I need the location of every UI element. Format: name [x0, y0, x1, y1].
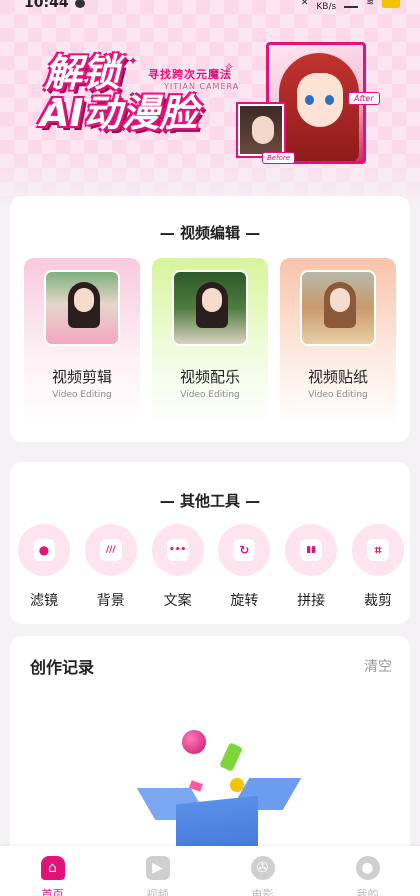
section-title: — 其他工具 —	[159, 492, 261, 510]
video-sticker-card[interactable]: 视频贴纸 Video Editing	[280, 258, 396, 426]
message-icon	[74, 0, 85, 8]
card-sublabel: Video Editing	[180, 390, 240, 400]
filter-icon: ●	[33, 539, 55, 561]
tool-background[interactable]: /// 背景	[84, 524, 137, 610]
thumbnail-image	[300, 270, 376, 346]
wifi-icon: ≋	[366, 0, 374, 8]
profile-icon: ●	[355, 856, 380, 880]
after-tag: After	[348, 92, 380, 105]
tool-label: 拼接	[297, 593, 326, 609]
banner-subtitle: 寻找跨次元魔法	[148, 68, 232, 81]
tool-label: 滤镜	[30, 593, 58, 609]
nav-profile[interactable]: ● 我的	[328, 856, 408, 896]
card-sublabel: Video Editing	[308, 390, 368, 400]
video-edit-section: — 视频编辑 — 视频剪辑 Video Editing 视频配乐 Video E…	[10, 196, 410, 442]
nav-film[interactable]: ✇ 电影	[223, 856, 303, 896]
status-bar: 10:44 ✕ 72.4 KB/s ≋	[0, 0, 420, 14]
tool-crop[interactable]: ⌗ 裁剪	[351, 524, 404, 610]
section-title: — 视频编辑 —	[159, 224, 261, 242]
banner-subtitle-en: YITIAN CAMERA	[164, 82, 240, 91]
home-icon: ⌂	[40, 856, 65, 880]
signal-icon	[344, 0, 359, 8]
card-label: 视频贴纸	[307, 368, 368, 386]
thumbnail-image	[44, 270, 120, 346]
sparkle-icon: ✦	[46, 96, 57, 110]
background-icon: ///	[99, 539, 122, 561]
text-icon: •••	[166, 539, 189, 561]
nav-home[interactable]: ⌂ 首页	[13, 856, 93, 896]
sparkle-icon: ✦	[128, 54, 139, 68]
crop-icon: ⌗	[366, 539, 389, 561]
video-icon: ▶	[145, 856, 170, 880]
clear-button[interactable]: 清空	[364, 656, 392, 676]
splice-icon: ▮▮	[300, 539, 323, 561]
battery-icon	[382, 0, 400, 8]
nav-label: 首页	[41, 888, 64, 896]
rotate-icon: ↻	[233, 539, 256, 561]
card-label: 视频配乐	[179, 368, 240, 386]
promo-banner[interactable]: 解锁 AI动漫脸 ✦ ✦ ✧ 寻找跨次元魔法 YITIAN CAMERA Aft…	[0, 20, 420, 180]
nav-label: 电影	[251, 888, 274, 896]
video-clip-card[interactable]: 视频剪辑 Video Editing	[24, 258, 140, 426]
other-tools-section: — 其他工具 — ● 滤镜 /// 背景 ••• 文案 ↻ 旋转 ▮▮ 拼接 ⌗…	[10, 462, 410, 624]
tool-label: 背景	[96, 593, 125, 609]
card-sublabel: Video Editing	[52, 390, 112, 400]
before-tag: Before	[262, 152, 296, 164]
status-time: 10:44	[24, 0, 69, 11]
tool-label: 裁剪	[363, 593, 392, 609]
tool-label: 旋转	[230, 593, 259, 609]
before-image	[238, 104, 284, 156]
tool-rotate[interactable]: ↻ 旋转	[218, 524, 271, 610]
thumbnail-image	[172, 270, 248, 346]
network-speed: 72.4 KB/s	[316, 0, 337, 12]
bottom-navigation: ⌂ 首页 ▶ 视频 ✇ 电影 ● 我的	[0, 846, 420, 896]
mute-icon: ✕	[300, 0, 309, 8]
nav-label: 我的	[356, 888, 379, 896]
records-title: 创作记录	[30, 658, 95, 677]
tool-text[interactable]: ••• 文案	[151, 524, 204, 610]
tool-label: 文案	[163, 593, 192, 609]
tool-filter[interactable]: ● 滤镜	[18, 524, 70, 610]
card-label: 视频剪辑	[51, 368, 112, 386]
video-music-card[interactable]: 视频配乐 Video Editing	[152, 258, 268, 426]
nav-video[interactable]: ▶ 视频	[118, 856, 198, 896]
nav-label: 视频	[146, 888, 169, 896]
tool-splice[interactable]: ▮▮ 拼接	[285, 524, 338, 610]
film-reel-icon: ✇	[250, 856, 275, 880]
